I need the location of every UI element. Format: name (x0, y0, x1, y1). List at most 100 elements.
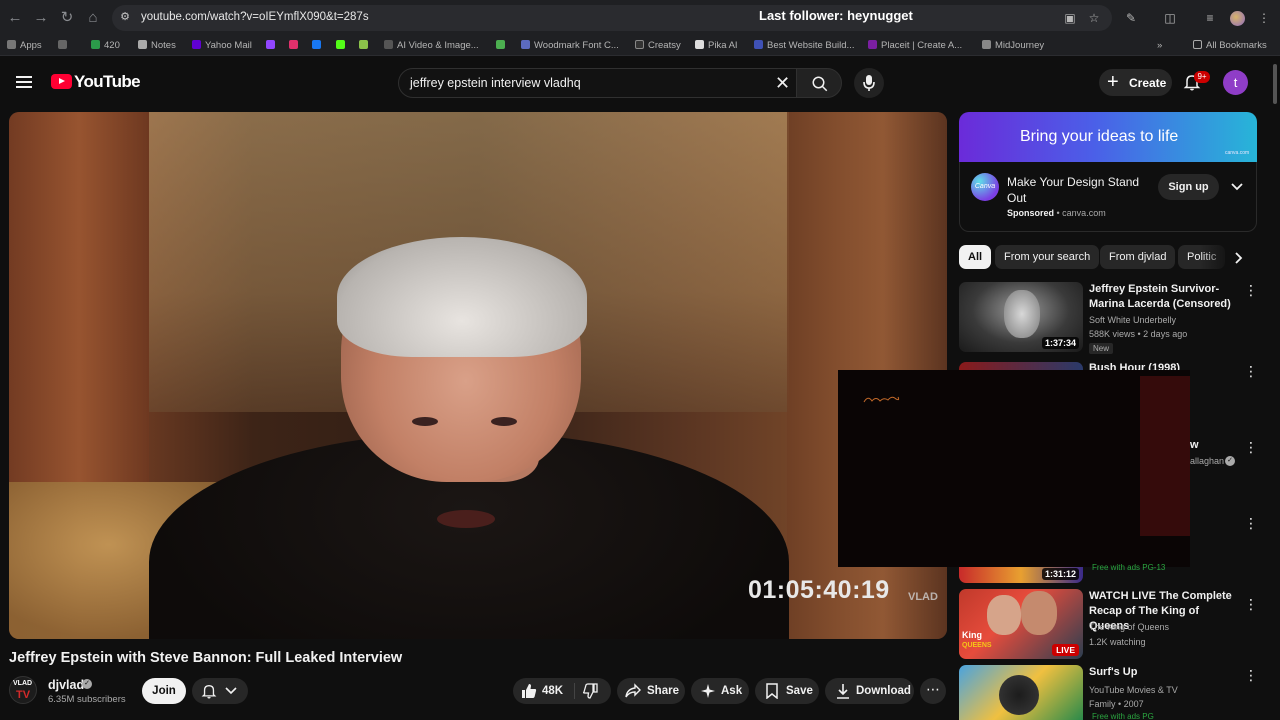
youtube-wordmark[interactable]: YouTube (74, 72, 141, 92)
channel-avatar-top-text: VLAD (13, 680, 33, 687)
install-app-icon[interactable]: ▣ (1062, 10, 1078, 26)
video-options-icon[interactable]: ⋮ (1244, 596, 1258, 612)
youtube-logo-icon[interactable] (51, 74, 72, 89)
bookmark-420[interactable]: 420 (91, 40, 120, 51)
search-query[interactable]: jeffrey epstein interview vladhq (410, 76, 581, 90)
create-label: Create (1129, 76, 1167, 90)
bookmark-d-icon[interactable] (359, 40, 372, 51)
bookmark-facebook-icon[interactable] (312, 40, 325, 51)
subscription-bell-button[interactable] (192, 678, 248, 704)
bookmark-kick-icon[interactable] (336, 40, 349, 51)
ad-banner-domain: canva.com (1225, 150, 1250, 156)
url-text[interactable]: youtube.com/watch?v=oIEYmflX090&t=287s (141, 11, 369, 23)
video-watermark: VLAD (908, 591, 938, 603)
bookmark-woodmark[interactable]: Woodmark Font C... (521, 40, 619, 51)
bookmark-icon (766, 683, 778, 699)
video-title-link[interactable]: w (1190, 438, 1230, 453)
more-actions-icon[interactable]: ⋯ (920, 678, 946, 704)
account-avatar[interactable]: t (1223, 70, 1248, 95)
reload-icon[interactable]: ↻ (58, 9, 76, 27)
bookmark-apps[interactable]: Apps (7, 40, 42, 51)
video-options-icon[interactable]: ⋮ (1244, 282, 1258, 298)
like-button[interactable]: 48K (513, 678, 574, 704)
download-button[interactable]: Download (825, 678, 914, 704)
video-subject-eye (412, 417, 438, 426)
download-icon (837, 684, 849, 699)
video-thumbnail[interactable]: King QUEENS LIVE (959, 589, 1083, 659)
search-button[interactable] (796, 68, 842, 98)
video-thumbnail[interactable]: 1:37:34 (959, 282, 1083, 352)
video-title-link[interactable]: Jeffrey Epstein Survivor-Marina Lacerda … (1089, 282, 1239, 312)
bookmark-ai-video[interactable]: AI Video & Image... (384, 40, 479, 51)
site-info-icon[interactable]: ⚙ (118, 10, 132, 24)
bookmark-yahoo-mail[interactable]: Yahoo Mail (192, 40, 252, 51)
thumbnail-person (1021, 591, 1057, 635)
ad-title[interactable]: Make Your Design Stand Out (1007, 174, 1147, 206)
verified-check-icon: ✓ (82, 679, 92, 689)
split-view-icon[interactable]: ◫ (1162, 10, 1178, 26)
new-badge: New (1089, 343, 1114, 354)
back-icon[interactable]: ← (6, 9, 24, 27)
video-player[interactable] (9, 112, 947, 639)
dislike-button[interactable] (575, 678, 611, 704)
video-title-link[interactable]: Surf's Up (1089, 665, 1239, 680)
bookmark-green-icon[interactable] (496, 40, 509, 51)
video-thumbnail[interactable] (959, 362, 1083, 370)
sponsored-label: Sponsored (1007, 208, 1055, 218)
ask-button[interactable]: Ask (691, 678, 749, 704)
video-subject-mouth (437, 510, 495, 528)
share-button[interactable]: Share (617, 678, 685, 704)
channel-name-link[interactable]: Soft White Underbelly (1089, 313, 1176, 327)
extensions-icon[interactable]: ✎ (1123, 10, 1139, 26)
reading-list-icon[interactable]: ≡ (1202, 10, 1218, 26)
menu-icon[interactable] (16, 76, 32, 88)
video-options-icon[interactable]: ⋮ (1244, 667, 1258, 683)
bookmarks-overflow-icon[interactable]: » (1157, 40, 1162, 51)
browser-menu-icon[interactable]: ⋮ (1256, 10, 1272, 26)
bookmark-midjourney[interactable]: MidJourney (982, 40, 1044, 51)
save-button[interactable]: Save (755, 678, 819, 704)
bookmark-placeit[interactable]: Placeit | Create A... (868, 40, 962, 51)
channel-name-link[interactable]: The King of Queens (1089, 620, 1169, 634)
video-title-link[interactable]: Bush Hour (1998) (1089, 361, 1239, 370)
bookmark-star-icon[interactable]: ☆ (1086, 10, 1102, 26)
chip-all[interactable]: All (959, 245, 992, 269)
channel-name-link[interactable]: YouTube Movies & TV (1089, 683, 1178, 697)
sign-up-button[interactable]: Sign up (1158, 174, 1219, 200)
stream-overlay-edge (1140, 376, 1190, 536)
bookmark-twitch-icon[interactable] (266, 40, 279, 51)
bookmark-notes[interactable]: Notes (138, 40, 176, 51)
video-options-icon[interactable]: ⋮ (1244, 515, 1258, 531)
bookmark-instagram-icon[interactable] (289, 40, 302, 51)
clear-search-icon[interactable]: ✕ (775, 73, 790, 93)
share-icon (625, 683, 641, 698)
video-thumbnail[interactable] (959, 665, 1083, 720)
chevron-right-icon[interactable] (1232, 251, 1246, 265)
chip-from-your-search[interactable]: From your search (995, 245, 1100, 269)
video-thumbnail[interactable]: 1:31:12 (959, 567, 1083, 583)
voice-search-button[interactable] (854, 68, 884, 98)
video-options-icon[interactable]: ⋮ (1244, 363, 1258, 379)
home-icon[interactable]: ⌂ (84, 9, 102, 27)
video-meta: Family • 2007 (1089, 699, 1144, 709)
stream-overlay-text: Last follower: heynugget (759, 8, 913, 23)
page-scrollbar[interactable] (1273, 64, 1277, 104)
chips-fade (1200, 243, 1256, 271)
bookmark-pika-ai[interactable]: Pika AI (695, 40, 738, 51)
canva-logo-icon[interactable]: Canva (971, 173, 999, 201)
bookmark-grid-icon[interactable] (58, 40, 71, 51)
forward-icon[interactable]: → (32, 9, 50, 27)
video-options-icon[interactable]: ⋮ (1244, 439, 1258, 455)
channel-name-link[interactable]: allaghan (1190, 454, 1224, 468)
chevron-down-icon[interactable] (1230, 180, 1244, 194)
bookmark-creatsy[interactable]: Creatsy (635, 40, 681, 51)
join-button[interactable]: Join (142, 678, 186, 704)
channel-name[interactable]: djvlad (48, 678, 84, 692)
chip-from-djvlad[interactable]: From djvlad (1100, 245, 1176, 269)
browser-profile-icon[interactable] (1230, 11, 1245, 26)
channel-avatar[interactable]: VLAD TV (9, 676, 37, 704)
bookmark-website-builder[interactable]: Best Website Build... (754, 40, 854, 51)
download-label: Download (856, 685, 911, 697)
all-bookmarks[interactable]: All Bookmarks (1193, 40, 1267, 51)
king-of-queens-logo: King QUEENS (962, 630, 992, 650)
